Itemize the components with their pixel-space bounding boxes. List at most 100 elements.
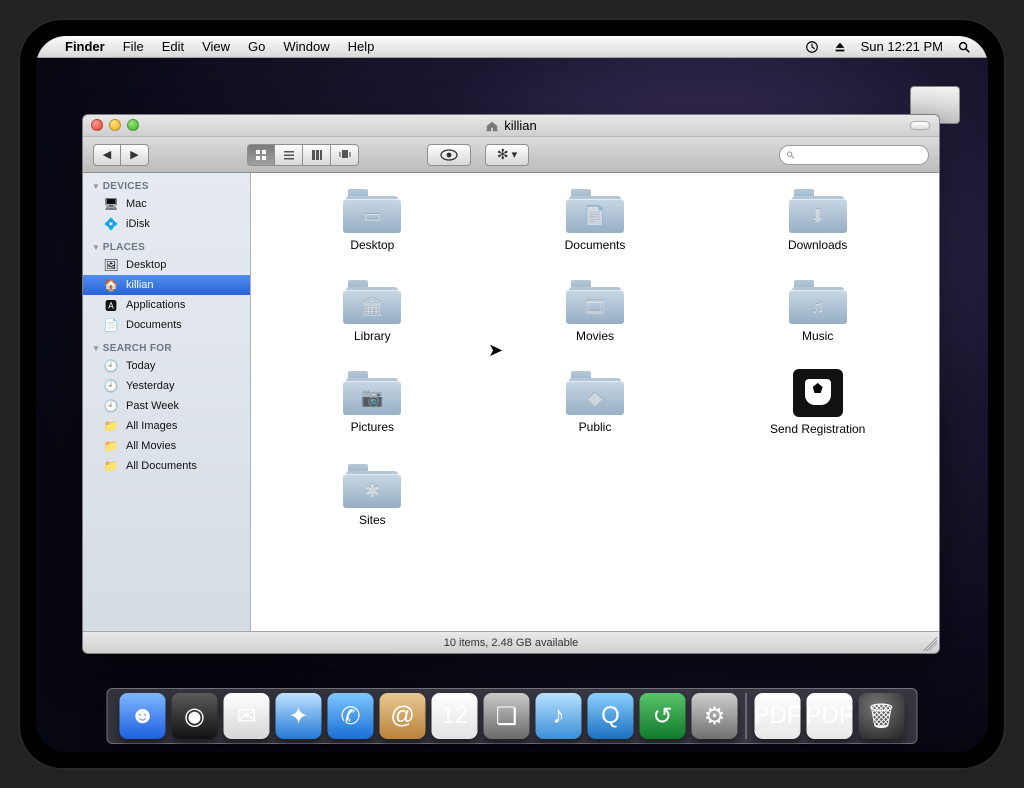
item-label: Downloads <box>788 238 847 252</box>
view-icon-button[interactable] <box>247 144 275 166</box>
nav-buttons: ◀ ▶ <box>93 144 149 166</box>
item-sites[interactable]: ✱Sites <box>261 462 484 527</box>
sidebar-item-yesterday[interactable]: 🕘Yesterday <box>83 376 250 396</box>
dock-trash[interactable]: 🗑 <box>859 693 905 739</box>
menu-go[interactable]: Go <box>239 39 274 54</box>
dock-photobooth[interactable]: ❏ <box>484 693 530 739</box>
dock-dashboard[interactable]: ◉ <box>172 693 218 739</box>
desktop-icon: 🖼 <box>103 257 119 273</box>
spotlight-icon[interactable] <box>950 40 978 54</box>
finder-window: killian ◀ ▶ <box>82 114 940 654</box>
dock-ical[interactable]: 12 <box>432 693 478 739</box>
sidebar-item-label: Documents <box>126 319 182 331</box>
dock-mail[interactable]: ✉ <box>224 693 270 739</box>
menu-edit[interactable]: Edit <box>153 39 193 54</box>
dock-pdf-2[interactable]: PDF <box>807 693 853 739</box>
dock-sysprefs[interactable]: ⚙ <box>692 693 738 739</box>
view-coverflow-button[interactable] <box>331 144 359 166</box>
item-pictures[interactable]: 📷Pictures <box>261 369 484 436</box>
search-field[interactable] <box>779 145 929 165</box>
sidebar-item-label: Past Week <box>126 400 179 412</box>
smartfolder-icon: 📁 <box>103 458 119 474</box>
dock-itunes[interactable]: ♪ <box>536 693 582 739</box>
sidebar-item-idisk[interactable]: 💠iDisk <box>83 214 250 234</box>
item-library[interactable]: 🏛Library <box>261 278 484 343</box>
eject-icon[interactable] <box>826 40 854 54</box>
sidebar-item-past-week[interactable]: 🕘 Past Week <box>83 396 250 416</box>
sidebar-header[interactable]: DEVICES <box>83 179 250 194</box>
menu-window[interactable]: Window <box>274 39 338 54</box>
sidebar-header[interactable]: SEARCH FOR <box>83 341 250 356</box>
action-button[interactable]: ✻ ▾ <box>485 144 529 166</box>
item-label: Sites <box>359 513 386 527</box>
app-icon <box>793 369 843 417</box>
clock[interactable]: Sun 12:21 PM <box>854 39 950 54</box>
sidebar-item-label: killian <box>126 279 154 291</box>
item-label: Public <box>579 420 612 434</box>
sidebar-header[interactable]: PLACES <box>83 240 250 255</box>
titlebar[interactable]: killian <box>83 115 939 137</box>
dock-pdf-1[interactable]: PDF <box>755 693 801 739</box>
dock-timemachine[interactable]: ↺ <box>640 693 686 739</box>
quicklook-button[interactable] <box>427 144 471 166</box>
close-button[interactable] <box>91 119 103 131</box>
dock-separator <box>746 693 747 739</box>
dock-quicktime[interactable]: Q <box>588 693 634 739</box>
menu-help[interactable]: Help <box>339 39 384 54</box>
view-column-button[interactable] <box>303 144 331 166</box>
sidebar-item-all-documents[interactable]: 📁 All Documents <box>83 456 250 476</box>
menu-file[interactable]: File <box>114 39 153 54</box>
imac-icon: 🖥 <box>103 196 119 212</box>
search-input[interactable] <box>799 149 922 161</box>
sidebar-item-label: All Documents <box>126 460 197 472</box>
sidebar-item-label: Desktop <box>126 259 166 271</box>
dock-safari[interactable]: ✦ <box>276 693 322 739</box>
item-movies[interactable]: 🎞Movies <box>484 278 707 343</box>
window-title: killian <box>504 118 537 133</box>
sidebar-item-label: Today <box>126 360 155 372</box>
menu-view[interactable]: View <box>193 39 239 54</box>
dock-finder[interactable]: ☻ <box>120 693 166 739</box>
smartfolder-icon: 📁 <box>103 438 119 454</box>
sidebar-item-label: iDisk <box>126 218 150 230</box>
sidebar-item-mac[interactable]: 🖥 Mac <box>83 194 250 214</box>
content-area[interactable]: ▭Desktop📄Documents ⬇ Downloads 🏛Library🎞Mov… <box>251 173 939 631</box>
timemachine-menu-icon[interactable] <box>798 40 826 54</box>
item-desktop[interactable]: ▭Desktop <box>261 187 484 252</box>
item-label: Music <box>802 329 833 343</box>
sidebar-item-label: Mac <box>126 198 147 210</box>
toolbar-toggle-button[interactable] <box>910 121 930 130</box>
item-public[interactable]: ◆ Public <box>484 369 707 436</box>
item-downloads[interactable]: ⬇ Downloads <box>706 187 929 252</box>
item-label: Send Registration <box>770 422 865 436</box>
clock-icon: 🕘 <box>103 378 119 394</box>
folder-icon: ◆ <box>566 369 624 415</box>
status-bar: 10 items, 2.48 GB available <box>83 631 939 653</box>
resize-handle[interactable] <box>923 637 937 651</box>
sidebar-item-all-images[interactable]: 📁All Images <box>83 416 250 436</box>
dock-addressbook[interactable]: @ <box>380 693 426 739</box>
app-menu[interactable]: Finder <box>56 39 114 54</box>
search-icon <box>786 149 795 161</box>
item-send-registration[interactable]: Send Registration <box>706 369 929 436</box>
item-music[interactable]: ♫Music <box>706 278 929 343</box>
sidebar-item-desktop[interactable]: 🖼 Desktop <box>83 255 250 275</box>
back-button[interactable]: ◀ <box>93 144 121 166</box>
zoom-button[interactable] <box>127 119 139 131</box>
clock-icon: 🕘 <box>103 398 119 414</box>
minimize-button[interactable] <box>109 119 121 131</box>
folder-icon: 📄 <box>566 187 624 233</box>
item-documents[interactable]: 📄Documents <box>484 187 707 252</box>
dock-ichat[interactable]: ✆ <box>328 693 374 739</box>
sidebar-item-documents[interactable]: 📄Documents <box>83 315 250 335</box>
clock-icon: 🕘 <box>103 358 119 374</box>
sidebar-item-killian[interactable]: 🏠killian <box>83 275 250 295</box>
sidebar-item-all-movies[interactable]: 📁All Movies <box>83 436 250 456</box>
sidebar-item-today[interactable]: 🕘 Today <box>83 356 250 376</box>
sidebar-item-applications[interactable]: 🅰Applications <box>83 295 250 315</box>
forward-button[interactable]: ▶ <box>121 144 149 166</box>
folder-icon: ⬇ <box>789 187 847 233</box>
desktop: Finder File Edit View Go Window Help Sun… <box>36 36 988 752</box>
view-list-button[interactable] <box>275 144 303 166</box>
apps-icon: 🅰 <box>103 297 119 313</box>
